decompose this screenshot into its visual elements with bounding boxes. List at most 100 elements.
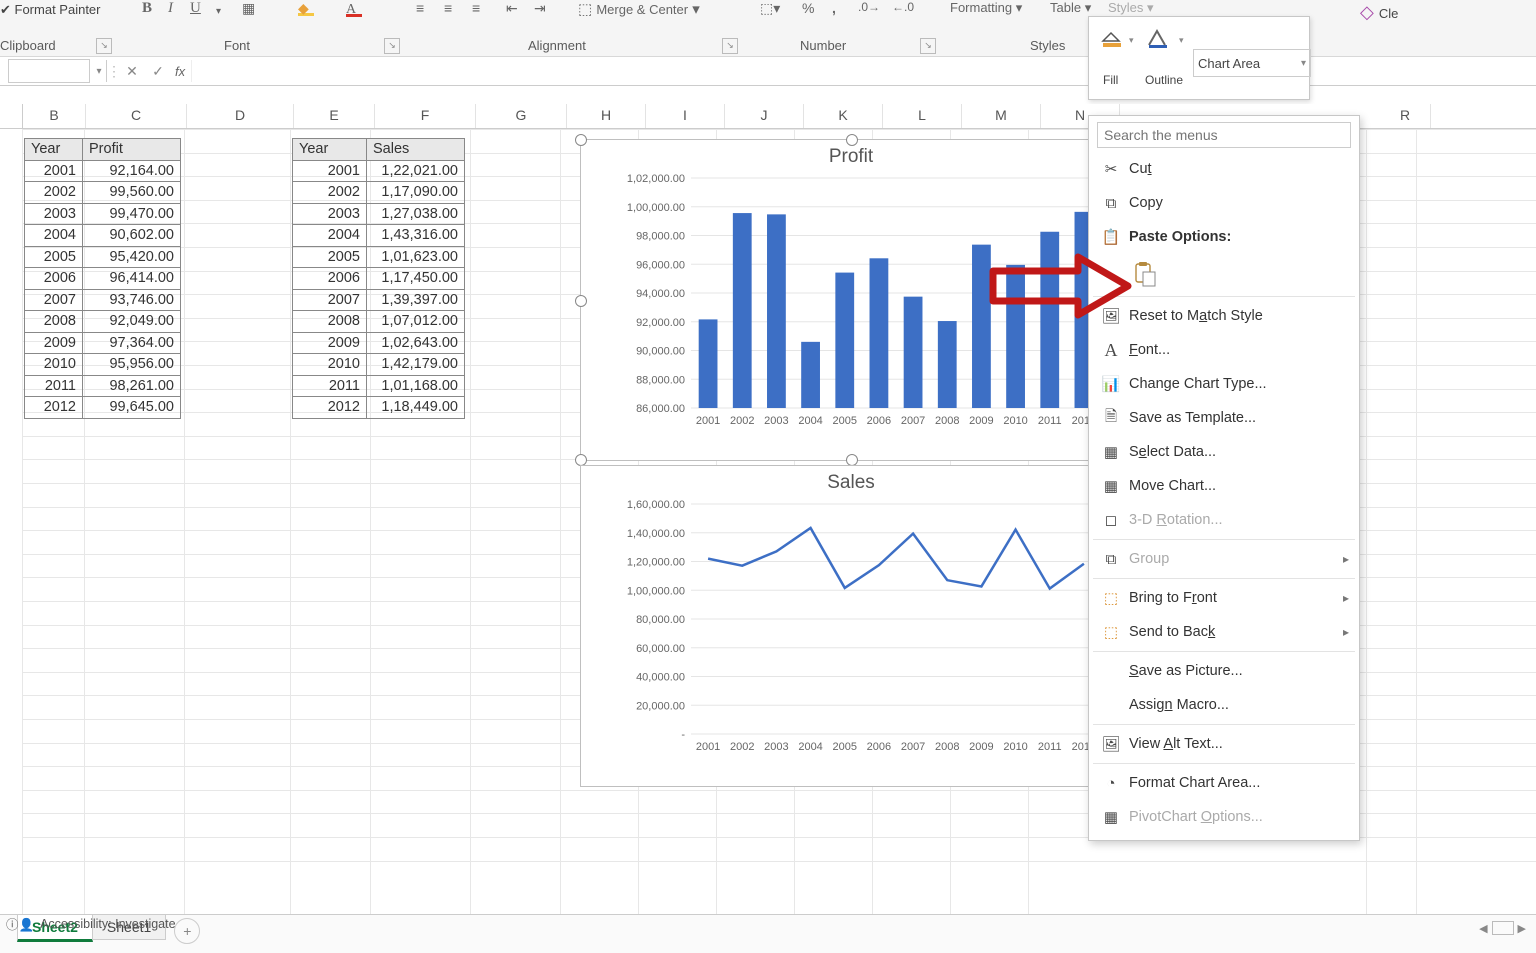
cancel-formula-button[interactable]: ✕ xyxy=(119,63,145,80)
column-header[interactable]: D xyxy=(187,104,294,128)
context-pivotchart-options: ▦PivotChart Options... xyxy=(1089,800,1359,834)
mini-fill-label: Fill xyxy=(1103,73,1118,87)
column-header[interactable]: H xyxy=(567,104,646,128)
column-header[interactable]: E xyxy=(294,104,375,128)
clipboard-dialog-launcher[interactable]: ↘ xyxy=(96,38,112,54)
context-save-picture[interactable]: Save as Picture... xyxy=(1089,654,1359,688)
font-color-button[interactable]: A xyxy=(346,0,362,17)
decrease-indent-button[interactable]: ⇤ xyxy=(506,0,518,17)
context-move-chart[interactable]: ▦Move Chart... xyxy=(1089,469,1359,503)
context-search[interactable] xyxy=(1097,122,1351,148)
column-header[interactable]: F xyxy=(375,104,476,128)
column-header[interactable]: M xyxy=(962,104,1041,128)
align-bottom-button[interactable]: ≡ xyxy=(472,0,480,16)
chart-context-menu: ✂Cut ⧉Copy 📋Paste Options: 🖼Reset to Mat… xyxy=(1088,115,1360,841)
number-dialog-launcher[interactable]: ↘ xyxy=(920,38,936,54)
name-box[interactable] xyxy=(8,59,90,83)
accessibility-icon[interactable]: ⓘ👤 xyxy=(6,914,34,933)
sales-table-h2: Sales xyxy=(367,139,465,161)
increase-indent-button[interactable]: ⇥ xyxy=(534,0,546,17)
clear-icon[interactable]: ◇ Cle xyxy=(1360,2,1398,23)
context-send-back[interactable]: ⬚Send to Back▸ xyxy=(1089,615,1359,649)
bring-front-icon: ⬚ xyxy=(1099,589,1123,607)
context-font[interactable]: AFont... xyxy=(1089,333,1359,367)
column-header[interactable]: G xyxy=(476,104,567,128)
context-copy[interactable]: ⧉Copy xyxy=(1089,186,1359,220)
comma-button[interactable]: , xyxy=(832,0,836,16)
context-select-data[interactable]: ▦Select Data... xyxy=(1089,435,1359,469)
merge-center-button[interactable]: ⬚ Merge & Center ▾ xyxy=(578,0,700,18)
context-search-input[interactable] xyxy=(1097,122,1351,148)
select-data-icon: ▦ xyxy=(1099,443,1123,461)
horizontal-scroll[interactable]: ◀ ▶ xyxy=(1479,921,1526,935)
mini-outline-dropdown[interactable]: ▾ xyxy=(1179,35,1184,46)
profit-chart-title: Profit xyxy=(581,146,1121,168)
group-icon: ⧉ xyxy=(1099,551,1123,568)
fill-color-button[interactable]: ◆ xyxy=(298,0,314,16)
svg-text:2008: 2008 xyxy=(935,415,959,427)
underline-button[interactable]: U xyxy=(190,0,201,17)
context-bring-front[interactable]: ⬚Bring to Front▸ xyxy=(1089,581,1359,615)
sales-chart[interactable]: Sales -20,000.0040,000.0060,000.0080,000… xyxy=(580,465,1122,787)
enter-formula-button[interactable]: ✓ xyxy=(145,63,171,80)
column-header[interactable]: C xyxy=(86,104,187,128)
column-header[interactable]: L xyxy=(883,104,962,128)
profit-table[interactable]: Year Profit 200192,164.00200299,560.0020… xyxy=(24,138,181,419)
context-cut[interactable]: ✂Cut xyxy=(1089,152,1359,186)
column-header[interactable]: B xyxy=(23,104,86,128)
fx-label[interactable]: fx xyxy=(175,64,185,79)
context-change-chart-type[interactable]: 📊Change Chart Type... xyxy=(1089,367,1359,401)
move-chart-icon: ▦ xyxy=(1099,477,1123,495)
mini-outline-button[interactable] xyxy=(1145,23,1173,51)
context-assign-macro[interactable]: Assign Macro... xyxy=(1089,688,1359,722)
status-bar: ⓘ👤 Accessibility: Investigate xyxy=(6,914,176,933)
callout-arrow xyxy=(988,251,1138,321)
cell-styles-button[interactable]: Styles ▾ xyxy=(1108,0,1154,16)
conditional-formatting-button[interactable]: Formatting ▾ xyxy=(950,0,1022,16)
underline-dropdown[interactable]: ▾ xyxy=(216,6,221,17)
svg-text:1,60,000.00: 1,60,000.00 xyxy=(627,499,685,511)
percent-button[interactable]: % xyxy=(802,0,814,16)
column-header[interactable]: J xyxy=(725,104,804,128)
column-header[interactable]: R xyxy=(1380,104,1431,128)
context-format-chart-area[interactable]: ◔Format Chart Area... xyxy=(1089,766,1359,800)
svg-text:2005: 2005 xyxy=(833,741,857,753)
mini-toolbar: Fill ▾ Outline ▾ Chart Area▾ xyxy=(1088,16,1310,100)
column-header[interactable]: K xyxy=(804,104,883,128)
italic-button[interactable]: I xyxy=(168,0,173,17)
template-icon: 🗎 xyxy=(1099,406,1123,431)
accessibility-status[interactable]: Accessibility: Investigate xyxy=(40,917,175,931)
svg-text:94,000.00: 94,000.00 xyxy=(636,288,685,300)
clipboard-icon: 📋 xyxy=(1099,228,1123,246)
add-sheet-button[interactable]: + xyxy=(174,918,200,944)
svg-text:-: - xyxy=(681,729,685,741)
decrease-decimal-button[interactable]: ←.0 xyxy=(892,0,914,14)
pivot-icon: ▦ xyxy=(1099,808,1123,826)
number-format-button[interactable]: ⬚▾ xyxy=(760,0,780,17)
svg-text:1,20,000.00: 1,20,000.00 xyxy=(627,557,685,569)
sales-table[interactable]: Year Sales 20011,22,021.0020021,17,090.0… xyxy=(292,138,465,419)
mini-fill-dropdown[interactable]: ▾ xyxy=(1129,35,1134,46)
svg-text:92,000.00: 92,000.00 xyxy=(636,317,685,329)
mini-fill-button[interactable] xyxy=(1097,23,1125,51)
align-top-button[interactable]: ≡ xyxy=(416,0,424,16)
font-dialog-launcher[interactable]: ↘ xyxy=(384,38,400,54)
formula-input[interactable] xyxy=(191,60,1536,82)
increase-decimal-button[interactable]: .0→ xyxy=(858,0,880,14)
borders-button[interactable]: ▦ xyxy=(242,0,255,17)
column-header[interactable]: I xyxy=(646,104,725,128)
name-box-dropdown[interactable]: ▾ xyxy=(92,60,107,82)
alignment-dialog-launcher[interactable]: ↘ xyxy=(722,38,738,54)
format-table-button[interactable]: Table ▾ xyxy=(1050,0,1091,16)
svg-text:2010: 2010 xyxy=(1003,415,1027,427)
chart-element-dropdown[interactable]: Chart Area▾ xyxy=(1193,49,1311,77)
format-painter-button[interactable]: ✔ Format Painter xyxy=(0,2,101,18)
bold-button[interactable]: B xyxy=(142,0,152,17)
align-middle-button[interactable]: ≡ xyxy=(444,0,452,16)
svg-text:1,00,000.00: 1,00,000.00 xyxy=(627,585,685,597)
context-save-template[interactable]: 🗎Save as Template... xyxy=(1089,401,1359,435)
sales-chart-title: Sales xyxy=(581,472,1121,494)
svg-text:90,000.00: 90,000.00 xyxy=(636,346,685,358)
svg-text:2003: 2003 xyxy=(764,741,788,753)
context-view-alt-text[interactable]: 🖼View Alt Text... xyxy=(1089,727,1359,761)
